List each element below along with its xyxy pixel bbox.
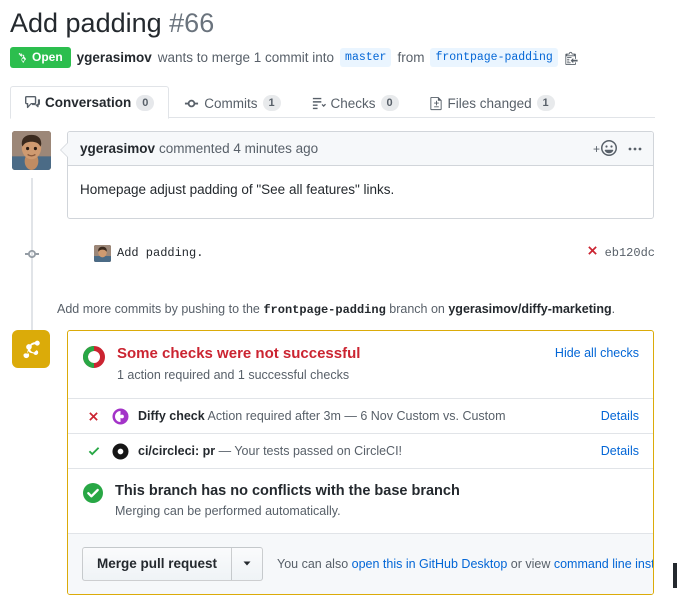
- smiley-icon: [601, 139, 617, 159]
- merge-footer-note: You can also open this in GitHub Desktop…: [277, 555, 653, 573]
- text-cursor: [673, 563, 677, 588]
- commit-message[interactable]: Add padding.: [117, 245, 203, 262]
- copy-branch-icon[interactable]: [564, 49, 580, 67]
- merge-note-middle: or view: [510, 557, 551, 571]
- tab-files-changed-count: 1: [536, 95, 555, 111]
- check-name[interactable]: ci/circleci: pr: [138, 444, 215, 458]
- check-details-link[interactable]: Details: [601, 409, 639, 423]
- timeline-commit-row: Add padding. eb120dc: [0, 241, 677, 267]
- checks-title: Some checks were not successful: [117, 345, 361, 362]
- check-row: ci/circleci: pr — Your tests passed on C…: [68, 434, 653, 469]
- check-details-link[interactable]: Details: [601, 444, 639, 458]
- check-row-text: Diffy check Action required after 3m — 6…: [138, 407, 506, 425]
- avatar[interactable]: [12, 131, 51, 170]
- check-row-text: ci/circleci: pr — Your tests passed on C…: [138, 442, 402, 460]
- tab-conversation-label: Conversation: [45, 95, 132, 110]
- diffy-icon: [112, 407, 138, 425]
- commits-note-branch: frontpage-padding: [263, 303, 386, 317]
- checks-summary-text: Some checks were not successful 1 action…: [117, 344, 360, 384]
- pr-meta-row: Open ygerasimov wants to merge 1 commit …: [10, 47, 580, 68]
- tab-checks-label: Checks: [330, 95, 376, 111]
- page-title: Add padding #66: [10, 6, 214, 40]
- merge-note-prefix: You can also: [277, 557, 349, 571]
- tab-conversation[interactable]: Conversation 0: [10, 86, 170, 119]
- head-branch-chip[interactable]: frontpage-padding: [430, 48, 558, 67]
- merge-footer: Merge pull request You can also open thi…: [68, 534, 653, 594]
- add-more-commits-note: Add more commits by pushing to the front…: [57, 300, 615, 319]
- comment-body: Homepage adjust padding of "See all feat…: [80, 182, 395, 197]
- pull-request-icon: [17, 52, 28, 63]
- comment-header: ygerasimov commented 4 minutes ago +: [68, 132, 653, 166]
- merge-pull-request-button[interactable]: Merge pull request: [82, 547, 233, 581]
- tab-checks-count: 0: [380, 95, 399, 111]
- merge-box: Some checks were not successful 1 action…: [67, 330, 654, 595]
- pr-number: #66: [169, 8, 215, 38]
- merge-button-group: Merge pull request: [82, 547, 264, 581]
- merge-conflict-status: This branch has no conflicts with the ba…: [68, 469, 653, 534]
- merge-options-dropdown-button[interactable]: [232, 547, 264, 581]
- checks-donut-icon: [82, 345, 106, 374]
- conflict-subtitle: Merging can be performed automatically.: [115, 504, 341, 518]
- checks-subtitle: 1 action required and 1 successful check…: [117, 368, 350, 382]
- commit-avatar[interactable]: [94, 245, 111, 262]
- comment-header-actions: +: [593, 132, 643, 166]
- status-badge: Open: [10, 47, 71, 68]
- check-description: Action required after 3m — 6 Nov Custom …: [207, 409, 506, 423]
- comment-card: ygerasimov commented 4 minutes ago + Hom…: [60, 131, 654, 219]
- file-diff-icon: [429, 96, 443, 111]
- commit-status-group: eb120dc: [586, 244, 655, 262]
- tab-checks[interactable]: Checks 0: [296, 86, 414, 119]
- check-status-failure-icon: [82, 410, 112, 423]
- git-merge-icon: [12, 330, 50, 368]
- base-branch-chip[interactable]: master: [340, 48, 392, 67]
- tab-commits[interactable]: Commits 1: [169, 86, 295, 119]
- github-pull-request-page: Add padding #66 Open ygerasimov wants to…: [0, 0, 677, 599]
- chevron-down-icon: [242, 555, 252, 573]
- tab-commits-count: 1: [262, 95, 281, 111]
- tab-files-changed[interactable]: Files changed 1: [414, 86, 570, 119]
- pr-meta-text-2: from: [397, 49, 425, 65]
- check-circle-icon: [82, 482, 104, 509]
- tab-conversation-count: 0: [136, 94, 155, 111]
- tab-files-changed-label: Files changed: [447, 95, 532, 111]
- checks-summary: Some checks were not successful 1 action…: [68, 331, 653, 399]
- check-description: — Your tests passed on CircleCI!: [218, 444, 403, 458]
- commit-status-failure-icon[interactable]: [586, 244, 599, 262]
- git-commit-icon: [24, 246, 40, 262]
- open-in-github-desktop-link[interactable]: open this in GitHub Desktop: [352, 557, 508, 571]
- tab-commits-label: Commits: [204, 95, 258, 111]
- git-commit-icon: [184, 96, 199, 111]
- commits-note-prefix: Add more commits by pushing to the: [57, 302, 260, 316]
- circleci-icon: [112, 442, 138, 460]
- plus-icon: +: [592, 142, 600, 156]
- comment-action: commented 4 minutes ago: [159, 141, 319, 156]
- comment-author[interactable]: ygerasimov: [80, 141, 155, 156]
- pr-meta-text-1: wants to merge 1 commit into: [157, 49, 335, 65]
- check-name[interactable]: Diffy check: [138, 409, 205, 423]
- merge-conflict-text: This branch has no conflicts with the ba…: [115, 481, 460, 520]
- commits-note-repo: ygerasimov/diffy-marketing: [448, 302, 612, 316]
- commit-sha[interactable]: eb120dc: [605, 246, 655, 260]
- comment-tail-inner: [61, 143, 68, 157]
- pr-title-text: Add padding: [10, 8, 162, 38]
- pr-tab-navigation: Conversation 0 Commits 1 Checks 0 Files …: [10, 85, 655, 119]
- commits-note-suffix: .: [611, 302, 616, 316]
- status-badge-label: Open: [32, 50, 63, 64]
- comment-menu-button[interactable]: [627, 141, 643, 157]
- add-reaction-button[interactable]: +: [592, 139, 617, 159]
- check-status-success-icon: [82, 444, 112, 458]
- conflict-title: This branch has no conflicts with the ba…: [115, 483, 460, 499]
- check-row: Diffy check Action required after 3m — 6…: [68, 399, 653, 434]
- comment-discussion-icon: [25, 95, 40, 110]
- commits-note-middle: branch on: [389, 302, 445, 316]
- hide-all-checks-link[interactable]: Hide all checks: [555, 346, 639, 360]
- pr-author[interactable]: ygerasimov: [77, 48, 152, 68]
- checklist-icon: [311, 96, 326, 111]
- command-line-instructions-link[interactable]: command line instructions: [554, 557, 653, 571]
